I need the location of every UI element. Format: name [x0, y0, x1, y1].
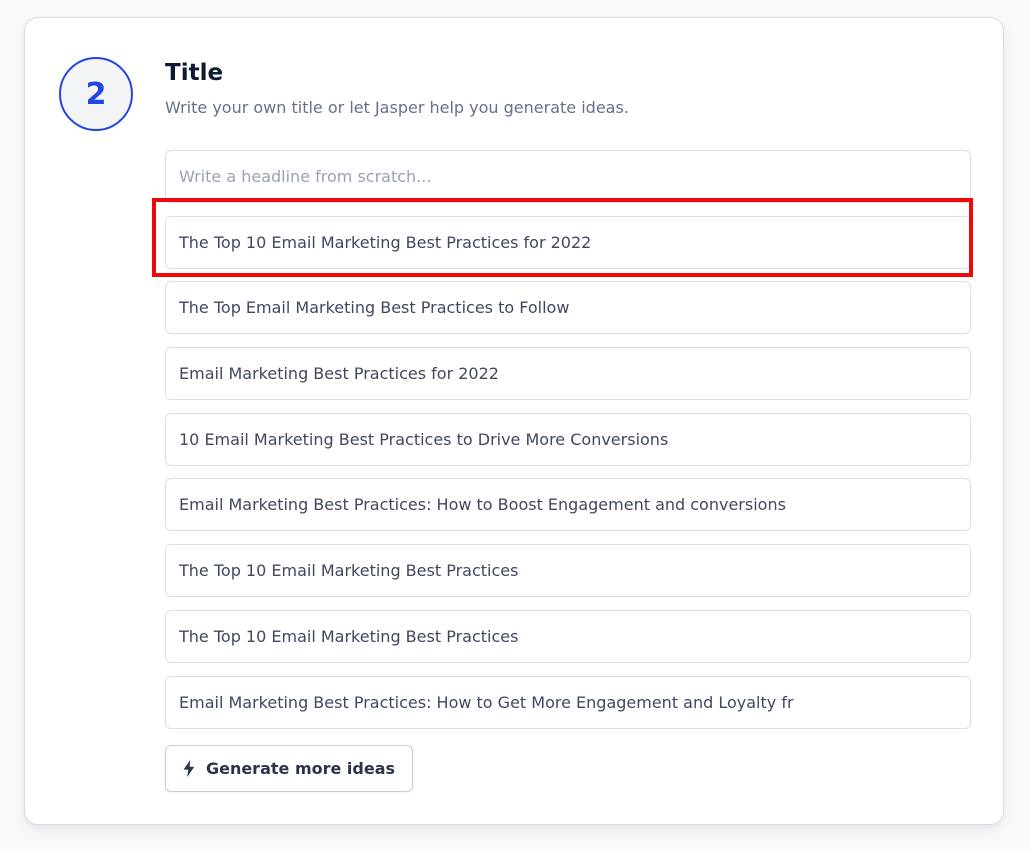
step-header: Title Write your own title or let Jasper…	[165, 58, 629, 119]
title-idea-text: 10 Email Marketing Best Practices to Dri…	[179, 429, 669, 449]
title-idea-text: Email Marketing Best Practices for 2022	[179, 364, 499, 384]
title-idea-text: Email Marketing Best Practices: How to B…	[179, 495, 786, 515]
title-idea-text: The Top 10 Email Marketing Best Practice…	[179, 232, 592, 252]
title-idea-option[interactable]: Email Marketing Best Practices for 2022	[165, 347, 971, 401]
title-options-list: The Top 10 Email Marketing Best Practice…	[165, 150, 971, 741]
title-idea-option[interactable]: 10 Email Marketing Best Practices to Dri…	[165, 412, 971, 466]
lightning-bolt-icon	[183, 760, 195, 777]
title-idea-text: The Top Email Marketing Best Practices t…	[179, 298, 570, 318]
title-idea-option[interactable]: The Top 10 Email Marketing Best Practice…	[165, 544, 971, 598]
step-subtitle: Write your own title or let Jasper help …	[165, 98, 629, 117]
title-idea-text: The Top 10 Email Marketing Best Practice…	[179, 626, 519, 646]
title-idea-text: Email Marketing Best Practices: How to G…	[179, 692, 794, 712]
generate-more-ideas-label: Generate more ideas	[205, 759, 396, 778]
title-idea-option[interactable]: Email Marketing Best Practices: How to G…	[165, 675, 971, 729]
headline-input[interactable]	[179, 167, 957, 186]
title-idea-option[interactable]: Email Marketing Best Practices: How to B…	[165, 478, 971, 532]
headline-input-wrapper[interactable]	[165, 150, 971, 203]
step-number-badge: 2	[59, 57, 133, 131]
step-title: Title	[165, 60, 224, 86]
title-idea-option[interactable]: The Top 10 Email Marketing Best Practice…	[165, 215, 971, 269]
title-step-card: 2 Title Write your own title or let Jasp…	[24, 17, 1004, 825]
title-idea-option[interactable]: The Top 10 Email Marketing Best Practice…	[165, 609, 971, 663]
title-idea-option[interactable]: The Top Email Marketing Best Practices t…	[165, 281, 971, 335]
generate-more-ideas-button[interactable]: Generate more ideas	[165, 745, 413, 792]
title-idea-text: The Top 10 Email Marketing Best Practice…	[179, 561, 519, 581]
